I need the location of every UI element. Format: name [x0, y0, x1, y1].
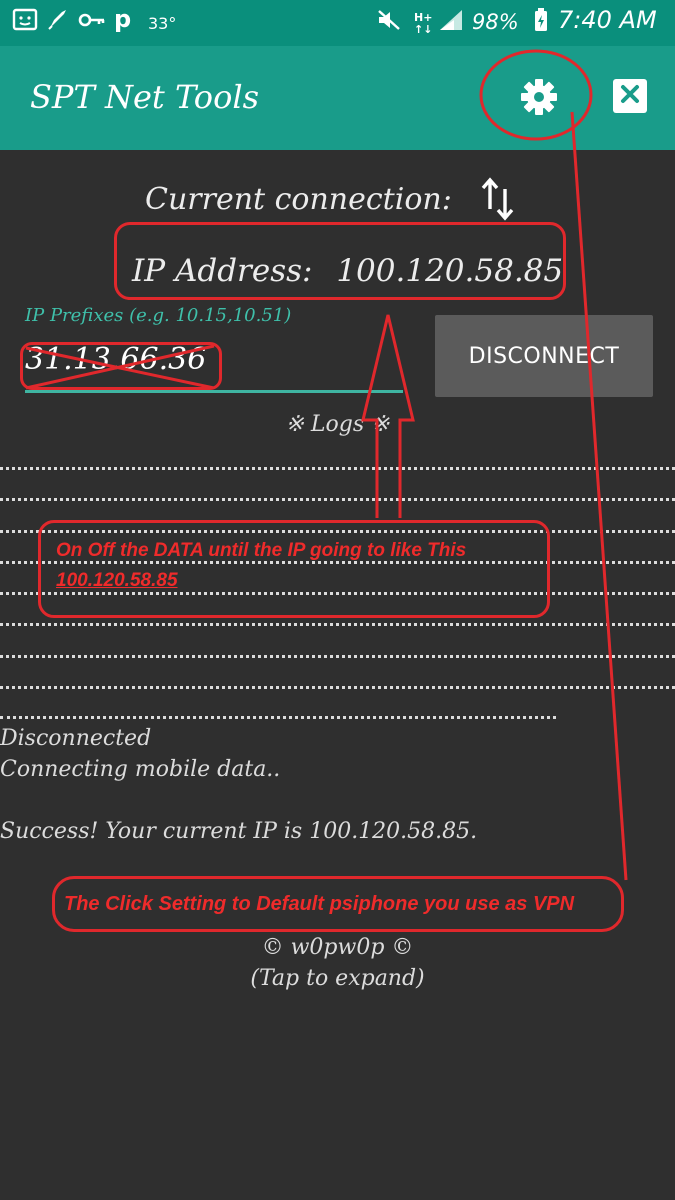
ip-highlight-box — [114, 222, 566, 300]
settings-pointer-line — [570, 111, 628, 881]
hplus-signal-icon: H+ ↑↓ — [414, 11, 433, 36]
close-icon — [619, 83, 641, 109]
app-title: SPT Net Tools — [30, 78, 259, 116]
temperature: 33° — [148, 14, 177, 33]
signal-bars-icon — [438, 8, 464, 39]
log-divider — [0, 716, 556, 719]
key-icon — [78, 8, 106, 39]
log-divider — [0, 467, 675, 470]
notification-icon — [12, 8, 38, 39]
note-data-line1: On Off the DATA until the IP going to li… — [56, 540, 467, 561]
credit-text: © w0pw0p © — [261, 935, 414, 960]
parking-icon: p — [114, 5, 132, 33]
ip-prefixes-label: IP Prefixes (e.g. 10.15,10.51) — [25, 305, 292, 326]
log-line: Disconnected — [0, 726, 152, 751]
log-divider — [0, 498, 675, 501]
note-data-line2: 100.120.58.85 — [56, 570, 178, 591]
clock: 7:40 AM — [558, 6, 657, 34]
log-divider — [0, 623, 675, 626]
log-line: Connecting mobile data.. — [0, 757, 281, 782]
battery-percent: 98% — [472, 10, 519, 34]
battery-charging-icon — [534, 8, 548, 39]
tap-to-expand[interactable]: (Tap to expand) — [0, 966, 675, 991]
log-line: Success! Your current IP is 100.120.58.8… — [0, 819, 478, 844]
mute-icon — [376, 8, 402, 39]
gear-icon — [519, 77, 559, 121]
settings-button[interactable] — [518, 78, 560, 120]
prefix-highlight-box — [20, 342, 222, 390]
rocket-icon — [46, 8, 68, 39]
transfer-arrows-icon — [480, 175, 516, 227]
current-connection-label: Current connection: — [145, 182, 452, 217]
log-divider — [0, 655, 675, 658]
app-bar: SPT Net Tools — [0, 46, 675, 150]
note-settings: The Click Setting to Default psiphone yo… — [64, 893, 575, 915]
log-divider — [0, 686, 675, 689]
logs-header[interactable]: ※ Logs ※ — [0, 412, 675, 437]
disconnect-button[interactable]: DISCONNECT — [435, 315, 653, 397]
status-bar: p 33° H+ ↑↓ 98% 7:40 AM — [0, 0, 675, 46]
close-button[interactable] — [613, 79, 647, 113]
